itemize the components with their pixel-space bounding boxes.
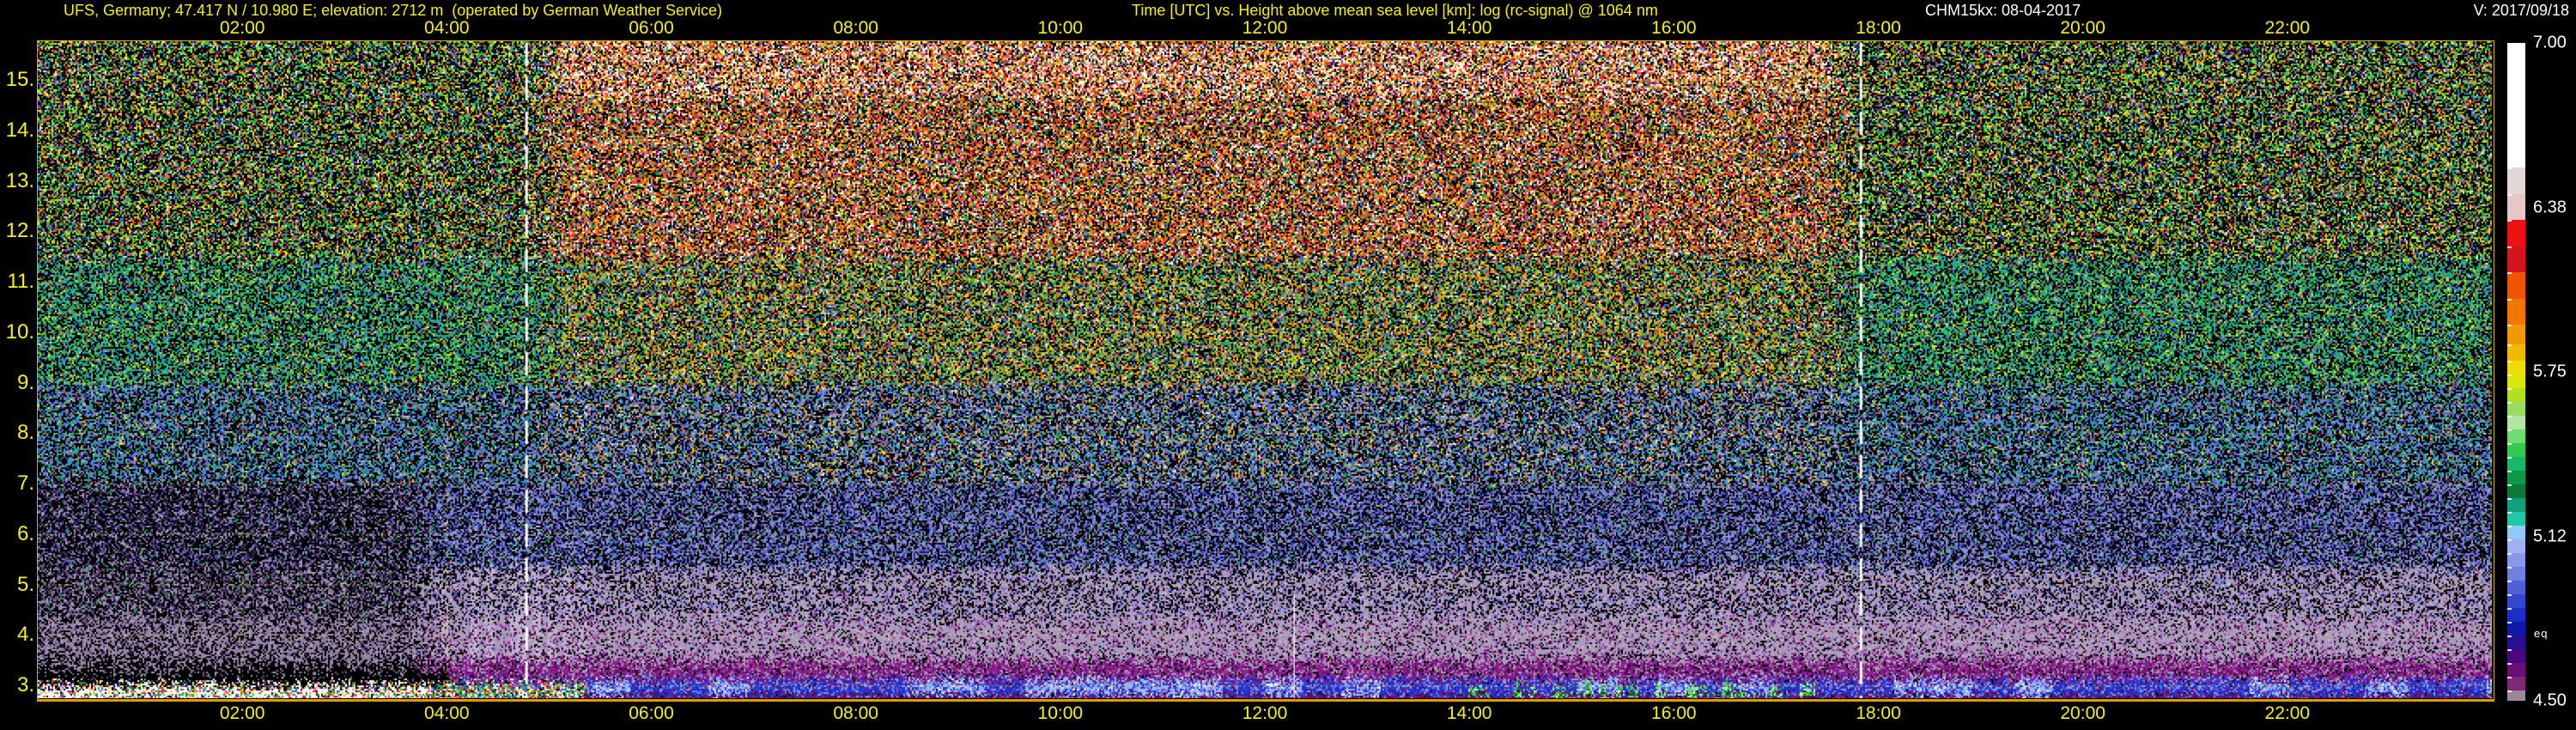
colorbar-stop bbox=[2507, 220, 2525, 246]
time-tick-label: 14:00 bbox=[1446, 18, 1492, 38]
height-tick-label: 12. bbox=[5, 219, 34, 243]
colorbar-stop bbox=[2507, 553, 2525, 568]
time-tick-label: 16:00 bbox=[1651, 703, 1697, 723]
colorbar-stop bbox=[2507, 415, 2525, 429]
height-tick-label: 3. bbox=[16, 673, 34, 697]
colorbar-stop bbox=[2507, 456, 2525, 471]
colorbar-stop bbox=[2507, 246, 2525, 273]
colorbar-eq-label: eq bbox=[2534, 627, 2549, 640]
time-tick-label: 02:00 bbox=[219, 703, 265, 723]
version-text: V: 2017/09/18 bbox=[2473, 2, 2569, 19]
colorbar-stop bbox=[2507, 539, 2525, 554]
colorbar-stop bbox=[2507, 298, 2525, 325]
colorbar-stop bbox=[2507, 525, 2525, 540]
colorbar-tick-label: 4.50 bbox=[2533, 690, 2567, 710]
colorbar-stop bbox=[2507, 594, 2525, 609]
x-axis-line bbox=[37, 699, 2494, 702]
time-tick-label: 06:00 bbox=[629, 18, 674, 38]
colorbar-stop bbox=[2507, 167, 2525, 194]
colorbar-stop bbox=[2507, 429, 2525, 443]
colorbar-stop bbox=[2507, 511, 2525, 526]
time-tick-label: 12:00 bbox=[1242, 703, 1288, 723]
colorbar-stop bbox=[2507, 567, 2525, 581]
colorbar-stop bbox=[2507, 387, 2525, 402]
time-tick-label: 06:00 bbox=[629, 703, 674, 723]
height-tick-label: 15. bbox=[5, 68, 34, 91]
height-tick-label: 10. bbox=[5, 319, 34, 344]
time-tick-label: 12:00 bbox=[1242, 18, 1288, 38]
time-tick-label: 22:00 bbox=[2264, 703, 2311, 723]
height-tick-label: 5. bbox=[16, 572, 34, 596]
time-tick-label: 18:00 bbox=[1856, 703, 1901, 723]
time-tick-label: 20:00 bbox=[2060, 703, 2105, 723]
colorbar-stop bbox=[2507, 401, 2525, 416]
colorbar-stop bbox=[2507, 663, 2525, 678]
time-tick-label: 10:00 bbox=[1037, 703, 1084, 723]
colorbar-stop bbox=[2507, 608, 2525, 623]
time-tick-label: 02:00 bbox=[219, 18, 265, 38]
time-tick-label: 14:00 bbox=[1446, 703, 1492, 723]
time-tick-label: 04:00 bbox=[424, 703, 470, 723]
colorbar-tick-label: 5.12 bbox=[2533, 526, 2567, 545]
colorbar-stop bbox=[2507, 325, 2525, 345]
colorbar-stop bbox=[2507, 374, 2525, 388]
colorbar-tick-label: 5.75 bbox=[2533, 362, 2567, 381]
ceilometer-quicklook-page: { "header": { "station": "UFS, Germany; … bbox=[0, 0, 2576, 730]
colorbar-stop bbox=[2507, 690, 2525, 701]
time-tick-label: 20:00 bbox=[2060, 18, 2105, 38]
time-tick-label: 22:00 bbox=[2264, 18, 2311, 38]
colorbar-stop bbox=[2507, 344, 2525, 361]
colorbar-stop bbox=[2507, 497, 2525, 512]
colorbar-tick-label: 7.00 bbox=[2533, 33, 2567, 52]
station-info-text: UFS, Germany; 47.417 N / 10.980 E; eleva… bbox=[64, 2, 723, 19]
time-tick-label: 04:00 bbox=[424, 18, 470, 38]
height-tick-label: 7. bbox=[16, 471, 34, 495]
time-tick-label: 08:00 bbox=[833, 703, 878, 723]
height-tick-label: 8. bbox=[16, 421, 34, 445]
backscatter-heatmap bbox=[38, 41, 2492, 698]
colorbar-stop bbox=[2507, 360, 2525, 374]
height-tick-label: 6. bbox=[16, 521, 34, 545]
time-tick-label: 18:00 bbox=[1856, 18, 1901, 38]
colorbar-tick-label: 6.38 bbox=[2533, 198, 2567, 216]
plot-frame bbox=[37, 40, 2494, 701]
colorbar-stop bbox=[2507, 193, 2525, 221]
height-tick-label: 9. bbox=[16, 370, 34, 394]
colorbar bbox=[2507, 43, 2525, 701]
colorbar-stop bbox=[2507, 622, 2525, 636]
height-tick-label: 13. bbox=[5, 168, 34, 192]
colorbar-stop bbox=[2507, 442, 2525, 457]
plot-title: Time [UTC] vs. Height above mean sea lev… bbox=[1132, 2, 1658, 19]
colorbar-stop bbox=[2507, 677, 2525, 691]
device-date-text: CHM15kx: 08-04-2017 bbox=[1925, 2, 2081, 19]
colorbar-stop bbox=[2507, 484, 2525, 498]
time-tick-label: 16:00 bbox=[1651, 18, 1697, 38]
height-tick-label: 4. bbox=[16, 623, 34, 647]
colorbar-stop bbox=[2507, 43, 2525, 168]
colorbar-stop bbox=[2507, 649, 2525, 664]
colorbar-stop bbox=[2507, 272, 2525, 299]
time-tick-label: 10:00 bbox=[1037, 18, 1084, 38]
colorbar-stop bbox=[2507, 636, 2525, 650]
time-tick-label: 08:00 bbox=[833, 18, 878, 38]
colorbar-stop bbox=[2507, 470, 2525, 484]
height-tick-label: 14. bbox=[5, 118, 34, 142]
colorbar-stop bbox=[2507, 581, 2525, 595]
height-tick-label: 11. bbox=[7, 270, 34, 293]
